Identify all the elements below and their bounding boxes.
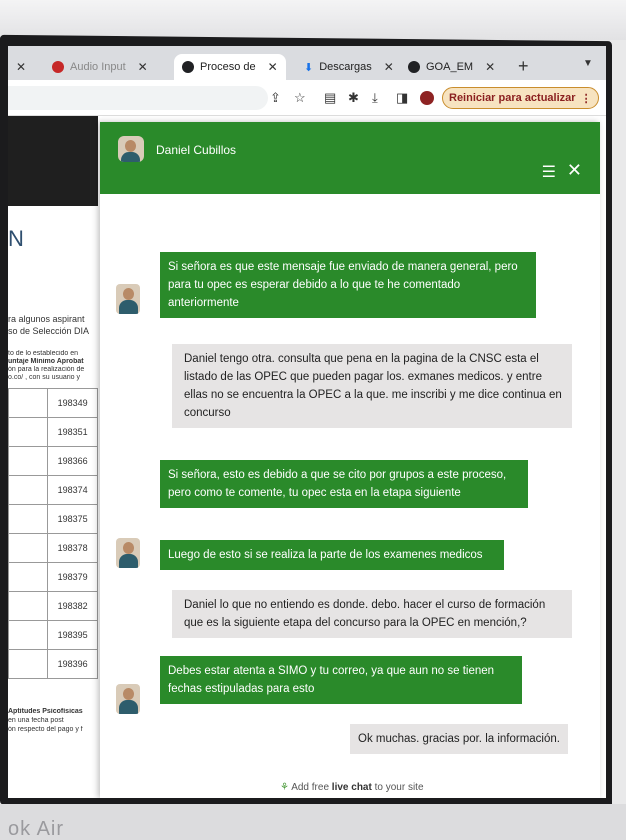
table-row: 198375	[8, 504, 98, 534]
chat-widget: Daniel Cubillos ☰ ✕ Si señora es que est…	[100, 122, 600, 798]
footer-bold: live chat	[331, 782, 372, 793]
table-row: 198379	[8, 562, 98, 592]
table-row: 198349	[8, 388, 98, 418]
download-icon[interactable]: ⤓	[372, 90, 378, 106]
table-row: 198366	[8, 446, 98, 476]
table-cell: 198351	[47, 417, 98, 447]
table-cell: 198366	[47, 446, 98, 476]
table-cell: 198374	[47, 475, 98, 505]
tab-descargas[interactable]: ⬇ Descargas ✕	[296, 54, 402, 80]
footer-suffix: to your site	[371, 782, 424, 793]
chrome-icon	[182, 61, 194, 73]
visitor-message: Ok muchas. gracias por. la información.	[350, 724, 568, 754]
table-row: 198395	[8, 620, 98, 650]
tab-goa[interactable]: GOA_EM ✕	[400, 54, 503, 80]
table-cell: 198375	[47, 504, 98, 534]
powered-by-link[interactable]: ⚘ Add free live chat to your site	[280, 782, 424, 793]
browser-toolbar: ⇪ ☆ ▤ ✱ ⤓ ◨ Reiniciar para actualizar ⋮	[8, 80, 606, 116]
tab-previous[interactable]: ✕	[8, 54, 34, 80]
close-icon[interactable]: ✕	[567, 160, 582, 181]
page-small-line: o.co/ , con su usuario y	[8, 374, 80, 381]
sidepanel-icon[interactable]: ◨	[396, 90, 408, 106]
table-row: 198382	[8, 591, 98, 621]
agent-message: Si señora es que este mensaje fue enviad…	[160, 252, 536, 318]
tab-label: Descargas	[319, 61, 372, 73]
table-cell: 198349	[47, 388, 98, 418]
tab-audio[interactable]: Audio Input ✕	[44, 54, 156, 80]
download-icon: ⬇	[304, 61, 314, 74]
visitor-message: Daniel lo que no entiendo es donde. debo…	[172, 590, 572, 638]
table-cell: 198382	[47, 591, 98, 621]
chrome-icon	[408, 61, 420, 73]
photo-background-bottom	[0, 804, 626, 840]
restart-to-update-button[interactable]: Reiniciar para actualizar ⋮	[442, 87, 599, 109]
record-icon	[52, 61, 64, 73]
tab-label: Proceso de	[200, 61, 256, 73]
chevron-down-icon[interactable]: ▼	[583, 58, 593, 69]
table-cell: 198395	[47, 620, 98, 650]
tab-strip: ✕ Audio Input ✕ Proceso de ✕ ⬇ Descargas…	[8, 46, 606, 80]
page-small-line: ón para la realización de	[8, 366, 85, 373]
agent-avatar	[118, 136, 144, 162]
chat-header: Daniel Cubillos ☰ ✕	[100, 122, 600, 194]
close-tab-icon[interactable]: ✕	[384, 60, 394, 74]
footer-prefix: Add free	[291, 782, 332, 793]
table-cell: 198378	[47, 533, 98, 563]
agent-avatar-small	[116, 684, 140, 714]
tab-label: Audio Input	[70, 61, 126, 73]
star-icon[interactable]: ☆	[294, 90, 306, 106]
agent-name: Daniel Cubillos	[156, 143, 237, 157]
page-text-line: ra algunos aspirant	[8, 314, 85, 324]
profile-avatar[interactable]	[420, 91, 434, 105]
page-table: 198349 198351 198366 198374 198375 19837…	[8, 388, 98, 679]
table-row: 198351	[8, 417, 98, 447]
page-footer-line: en una fecha post	[8, 717, 64, 724]
screen: ✕ Audio Input ✕ Proceso de ✕ ⬇ Descargas…	[8, 46, 606, 798]
agent-message: Debes estar atenta a SIMO y tu correo, y…	[160, 656, 522, 704]
more-icon: ⋮	[580, 92, 592, 105]
table-row: 198374	[8, 475, 98, 505]
laptop-label: ok Air	[8, 818, 65, 840]
tab-proceso[interactable]: Proceso de ✕	[174, 54, 286, 80]
table-cell: 198379	[47, 562, 98, 592]
new-tab-icon[interactable]: +	[518, 56, 529, 77]
menu-icon[interactable]: ☰	[542, 162, 556, 182]
agent-avatar-small	[116, 538, 140, 568]
table-cell: 198396	[47, 649, 98, 679]
visitor-message: Daniel tengo otra. consulta que pena en …	[172, 344, 572, 428]
photo-background-top	[0, 0, 626, 40]
page-footer-line: ón respecto del pago y f	[8, 726, 83, 733]
close-tab-icon[interactable]: ✕	[268, 60, 278, 74]
page-text-line: so de Selección DIA	[8, 326, 90, 336]
page-footer-line: Aptitudes Psicofísicas	[8, 708, 83, 715]
tab-label: GOA_EM	[426, 61, 474, 73]
extensions-icon[interactable]: ✱	[348, 90, 359, 106]
agent-message: Si señora, esto es debido a que se cito …	[160, 460, 528, 508]
share-icon[interactable]: ⇪	[270, 90, 281, 106]
page-small-line: to de lo establecido en	[8, 350, 79, 357]
message-list: Si señora es que este mensaje fue enviad…	[100, 194, 600, 754]
page-banner	[8, 116, 98, 206]
close-tab-icon[interactable]: ✕	[16, 60, 26, 74]
page-logo: N	[8, 226, 24, 251]
table-row: 198396	[8, 649, 98, 679]
address-bar[interactable]	[8, 86, 268, 110]
table-row: 198378	[8, 533, 98, 563]
update-button-label: Reiniciar para actualizar	[449, 92, 576, 104]
agent-message: Luego de esto si se realiza la parte de …	[160, 540, 504, 570]
close-tab-icon[interactable]: ✕	[138, 60, 148, 74]
agent-avatar-small	[116, 284, 140, 314]
reading-list-icon[interactable]: ▤	[324, 90, 336, 106]
close-tab-icon[interactable]: ✕	[485, 60, 495, 74]
page-small-line: untaje Mínimo Aprobat	[8, 358, 84, 365]
leaf-icon: ⚘	[280, 782, 289, 793]
